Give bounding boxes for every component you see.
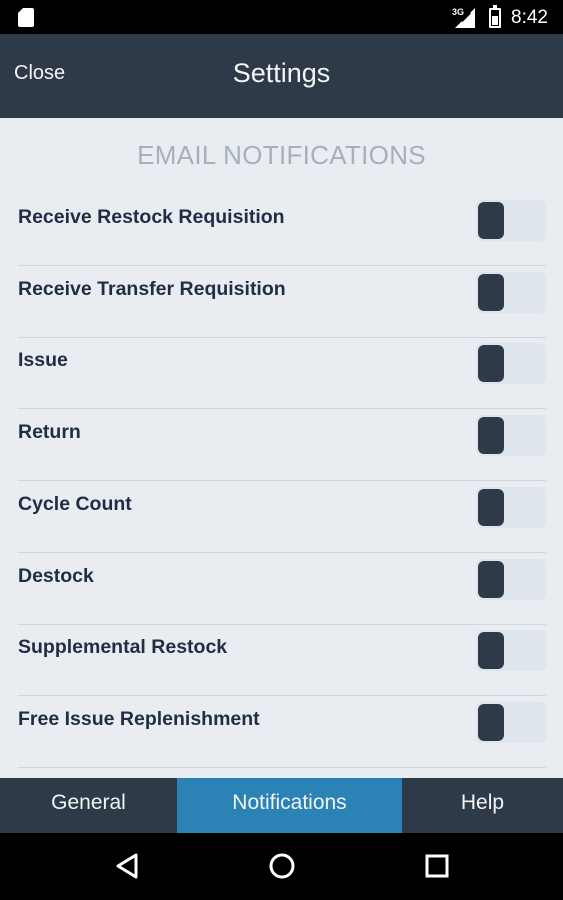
setting-row-destock: Destock <box>18 553 546 625</box>
back-icon[interactable] <box>112 851 142 881</box>
setting-label: Free Issue Replenishment <box>18 708 260 730</box>
setting-label: Receive Transfer Requisition <box>18 278 286 300</box>
setting-label: Return <box>18 421 81 443</box>
toggle-knob <box>478 489 504 526</box>
toggle-knob <box>478 202 504 239</box>
setting-row-cycle-count: Cycle Count <box>18 481 546 553</box>
toggle-knob <box>478 704 504 741</box>
app-header: Close Settings <box>0 34 563 118</box>
setting-label: Receive Restock Requisition <box>18 206 285 228</box>
page-title: Settings <box>232 58 331 88</box>
cycle-count-toggle[interactable] <box>476 487 546 528</box>
toggle-knob <box>478 632 504 669</box>
setting-row-free-issue-replenishment: Free Issue Replenishment <box>18 696 546 768</box>
free-issue-replenishment-toggle[interactable] <box>476 702 546 743</box>
toggle-knob <box>478 345 504 382</box>
tab-help[interactable]: Help <box>402 778 563 833</box>
setting-row-supplemental-restock: Supplemental Restock <box>18 624 546 696</box>
setting-label: Issue <box>18 349 68 371</box>
tab-notifications[interactable]: Notifications <box>177 778 402 833</box>
setting-label: Destock <box>18 565 94 587</box>
recents-icon[interactable] <box>422 851 452 881</box>
destock-toggle[interactable] <box>476 559 546 600</box>
toggle-knob <box>478 274 504 311</box>
section-heading: EMAIL NOTIFICATIONS <box>137 140 426 170</box>
status-bar: 3G 8:42 <box>0 0 563 34</box>
tab-bar: General Notifications Help <box>0 778 563 833</box>
return-toggle[interactable] <box>476 415 546 456</box>
setting-row-receive-transfer-requisition: Receive Transfer Requisition <box>18 266 546 338</box>
issue-toggle[interactable] <box>476 343 546 384</box>
toggle-knob <box>478 417 504 454</box>
clock: 8:42 <box>511 7 548 28</box>
battery-icon <box>489 5 501 28</box>
home-icon[interactable] <box>267 851 297 881</box>
setting-label: Supplemental Restock <box>18 636 228 658</box>
setting-row-receive-restock-requisition: Receive Restock Requisition <box>18 194 546 266</box>
setting-row-return: Return <box>18 409 546 481</box>
receive-restock-requisition-toggle[interactable] <box>476 200 546 241</box>
toggle-knob <box>478 561 504 598</box>
settings-content[interactable]: EMAIL NOTIFICATIONS Receive Restock Requ… <box>0 118 563 778</box>
tab-general[interactable]: General <box>0 778 177 833</box>
setting-label: Cycle Count <box>18 493 132 515</box>
supplemental-restock-toggle[interactable] <box>476 630 546 671</box>
setting-row-issue: Issue <box>18 337 546 409</box>
receive-transfer-requisition-toggle[interactable] <box>476 272 546 313</box>
sd-card-icon <box>18 8 34 27</box>
navigation-bar <box>0 833 563 900</box>
